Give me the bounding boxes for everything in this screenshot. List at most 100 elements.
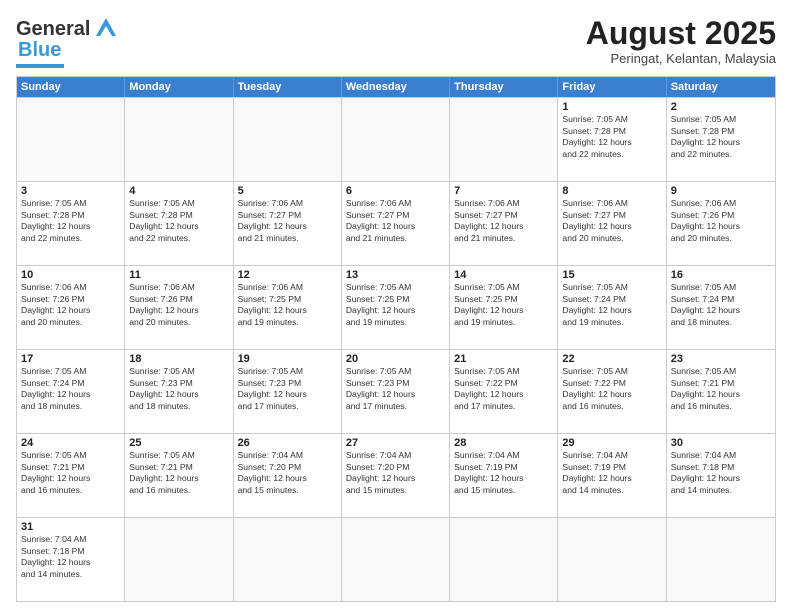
cal-cell-15: 15Sunrise: 7:05 AM Sunset: 7:24 PM Dayli… <box>558 266 666 349</box>
cal-cell-5: 5Sunrise: 7:06 AM Sunset: 7:27 PM Daylig… <box>234 182 342 265</box>
cal-cell-empty-5-4 <box>450 518 558 601</box>
cell-info: Sunrise: 7:05 AM Sunset: 7:22 PM Dayligh… <box>454 366 553 412</box>
cell-info: Sunrise: 7:05 AM Sunset: 7:25 PM Dayligh… <box>454 282 553 328</box>
cal-cell-26: 26Sunrise: 7:04 AM Sunset: 7:20 PM Dayli… <box>234 434 342 517</box>
month-year: August 2025 <box>586 16 776 51</box>
logo-icon <box>92 16 120 38</box>
cal-cell-12: 12Sunrise: 7:06 AM Sunset: 7:25 PM Dayli… <box>234 266 342 349</box>
cal-cell-10: 10Sunrise: 7:06 AM Sunset: 7:26 PM Dayli… <box>17 266 125 349</box>
cal-cell-20: 20Sunrise: 7:05 AM Sunset: 7:23 PM Dayli… <box>342 350 450 433</box>
cell-info: Sunrise: 7:04 AM Sunset: 7:20 PM Dayligh… <box>346 450 445 496</box>
header-day-thursday: Thursday <box>450 77 558 97</box>
cal-cell-empty-5-2 <box>234 518 342 601</box>
cell-info: Sunrise: 7:05 AM Sunset: 7:25 PM Dayligh… <box>346 282 445 328</box>
header-day-monday: Monday <box>125 77 233 97</box>
cal-cell-31: 31Sunrise: 7:04 AM Sunset: 7:18 PM Dayli… <box>17 518 125 601</box>
day-number: 5 <box>238 185 337 197</box>
cal-cell-8: 8Sunrise: 7:06 AM Sunset: 7:27 PM Daylig… <box>558 182 666 265</box>
day-number: 14 <box>454 269 553 281</box>
cell-info: Sunrise: 7:05 AM Sunset: 7:28 PM Dayligh… <box>562 114 661 160</box>
day-number: 20 <box>346 353 445 365</box>
cell-info: Sunrise: 7:06 AM Sunset: 7:27 PM Dayligh… <box>454 198 553 244</box>
day-number: 11 <box>129 269 228 281</box>
cell-info: Sunrise: 7:06 AM Sunset: 7:26 PM Dayligh… <box>129 282 228 328</box>
cell-info: Sunrise: 7:05 AM Sunset: 7:23 PM Dayligh… <box>238 366 337 412</box>
cal-cell-empty-5-3 <box>342 518 450 601</box>
cell-info: Sunrise: 7:05 AM Sunset: 7:21 PM Dayligh… <box>671 366 771 412</box>
cell-info: Sunrise: 7:05 AM Sunset: 7:21 PM Dayligh… <box>21 450 120 496</box>
cal-cell-6: 6Sunrise: 7:06 AM Sunset: 7:27 PM Daylig… <box>342 182 450 265</box>
cal-cell-25: 25Sunrise: 7:05 AM Sunset: 7:21 PM Dayli… <box>125 434 233 517</box>
day-number: 28 <box>454 437 553 449</box>
day-number: 15 <box>562 269 661 281</box>
cal-row-4: 24Sunrise: 7:05 AM Sunset: 7:21 PM Dayli… <box>17 433 775 517</box>
logo-blue <box>92 16 120 43</box>
cal-cell-19: 19Sunrise: 7:05 AM Sunset: 7:23 PM Dayli… <box>234 350 342 433</box>
day-number: 7 <box>454 185 553 197</box>
cal-cell-16: 16Sunrise: 7:05 AM Sunset: 7:24 PM Dayli… <box>667 266 775 349</box>
cal-cell-empty-5-6 <box>667 518 775 601</box>
day-number: 1 <box>562 101 661 113</box>
header-day-sunday: Sunday <box>17 77 125 97</box>
cal-cell-13: 13Sunrise: 7:05 AM Sunset: 7:25 PM Dayli… <box>342 266 450 349</box>
cell-info: Sunrise: 7:05 AM Sunset: 7:22 PM Dayligh… <box>562 366 661 412</box>
cell-info: Sunrise: 7:04 AM Sunset: 7:19 PM Dayligh… <box>562 450 661 496</box>
header-day-saturday: Saturday <box>667 77 775 97</box>
day-number: 18 <box>129 353 228 365</box>
cal-cell-22: 22Sunrise: 7:05 AM Sunset: 7:22 PM Dayli… <box>558 350 666 433</box>
location: Peringat, Kelantan, Malaysia <box>586 51 776 66</box>
cal-row-5: 31Sunrise: 7:04 AM Sunset: 7:18 PM Dayli… <box>17 517 775 601</box>
cal-row-2: 10Sunrise: 7:06 AM Sunset: 7:26 PM Dayli… <box>17 265 775 349</box>
day-number: 21 <box>454 353 553 365</box>
day-number: 17 <box>21 353 120 365</box>
day-number: 16 <box>671 269 771 281</box>
header-day-wednesday: Wednesday <box>342 77 450 97</box>
logo: General Blue <box>16 16 120 68</box>
cell-info: Sunrise: 7:06 AM Sunset: 7:27 PM Dayligh… <box>238 198 337 244</box>
cal-cell-empty-0-2 <box>234 98 342 181</box>
day-number: 31 <box>21 521 120 533</box>
day-number: 27 <box>346 437 445 449</box>
header-day-tuesday: Tuesday <box>234 77 342 97</box>
cal-cell-7: 7Sunrise: 7:06 AM Sunset: 7:27 PM Daylig… <box>450 182 558 265</box>
day-number: 2 <box>671 101 771 113</box>
cell-info: Sunrise: 7:04 AM Sunset: 7:19 PM Dayligh… <box>454 450 553 496</box>
cell-info: Sunrise: 7:05 AM Sunset: 7:21 PM Dayligh… <box>129 450 228 496</box>
cell-info: Sunrise: 7:05 AM Sunset: 7:24 PM Dayligh… <box>562 282 661 328</box>
logo-blue-text: Blue <box>18 39 61 62</box>
cell-info: Sunrise: 7:05 AM Sunset: 7:23 PM Dayligh… <box>129 366 228 412</box>
day-number: 24 <box>21 437 120 449</box>
cal-cell-3: 3Sunrise: 7:05 AM Sunset: 7:28 PM Daylig… <box>17 182 125 265</box>
cal-cell-17: 17Sunrise: 7:05 AM Sunset: 7:24 PM Dayli… <box>17 350 125 433</box>
day-number: 23 <box>671 353 771 365</box>
day-number: 22 <box>562 353 661 365</box>
day-number: 29 <box>562 437 661 449</box>
cal-cell-29: 29Sunrise: 7:04 AM Sunset: 7:19 PM Dayli… <box>558 434 666 517</box>
cal-row-0: 1Sunrise: 7:05 AM Sunset: 7:28 PM Daylig… <box>17 97 775 181</box>
day-number: 19 <box>238 353 337 365</box>
cell-info: Sunrise: 7:05 AM Sunset: 7:23 PM Dayligh… <box>346 366 445 412</box>
day-number: 9 <box>671 185 771 197</box>
cell-info: Sunrise: 7:05 AM Sunset: 7:24 PM Dayligh… <box>671 282 771 328</box>
cal-cell-9: 9Sunrise: 7:06 AM Sunset: 7:26 PM Daylig… <box>667 182 775 265</box>
cal-cell-empty-5-1 <box>125 518 233 601</box>
day-number: 25 <box>129 437 228 449</box>
cal-cell-empty-5-5 <box>558 518 666 601</box>
cal-cell-empty-0-3 <box>342 98 450 181</box>
calendar-header: SundayMondayTuesdayWednesdayThursdayFrid… <box>17 77 775 97</box>
cal-cell-24: 24Sunrise: 7:05 AM Sunset: 7:21 PM Dayli… <box>17 434 125 517</box>
day-number: 30 <box>671 437 771 449</box>
cal-cell-23: 23Sunrise: 7:05 AM Sunset: 7:21 PM Dayli… <box>667 350 775 433</box>
cell-info: Sunrise: 7:05 AM Sunset: 7:28 PM Dayligh… <box>129 198 228 244</box>
cal-cell-14: 14Sunrise: 7:05 AM Sunset: 7:25 PM Dayli… <box>450 266 558 349</box>
cell-info: Sunrise: 7:06 AM Sunset: 7:26 PM Dayligh… <box>21 282 120 328</box>
cal-cell-30: 30Sunrise: 7:04 AM Sunset: 7:18 PM Dayli… <box>667 434 775 517</box>
logo-bar <box>16 64 64 68</box>
calendar-body: 1Sunrise: 7:05 AM Sunset: 7:28 PM Daylig… <box>17 97 775 601</box>
cal-cell-empty-0-4 <box>450 98 558 181</box>
logo-general: General <box>16 18 90 41</box>
cal-cell-empty-0-0 <box>17 98 125 181</box>
cell-info: Sunrise: 7:05 AM Sunset: 7:24 PM Dayligh… <box>21 366 120 412</box>
cell-info: Sunrise: 7:05 AM Sunset: 7:28 PM Dayligh… <box>671 114 771 160</box>
day-number: 10 <box>21 269 120 281</box>
